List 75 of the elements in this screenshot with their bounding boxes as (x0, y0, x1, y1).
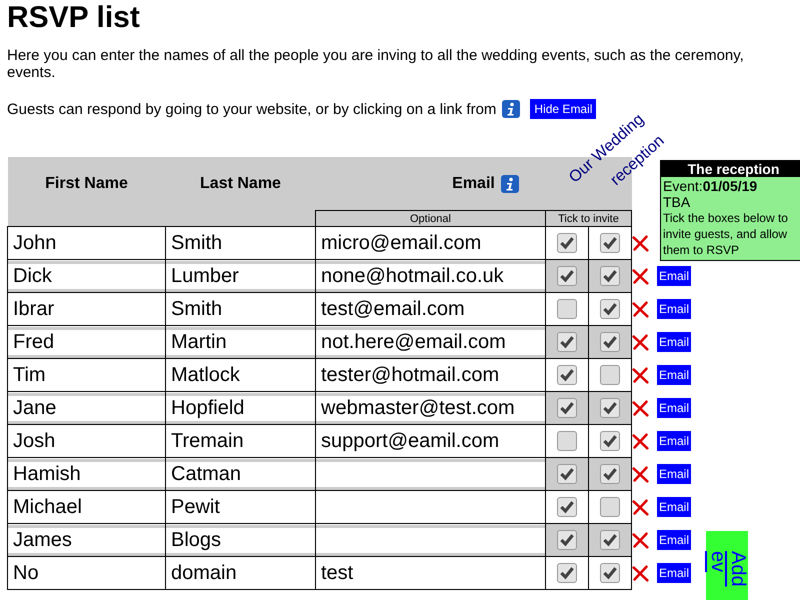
email-field[interactable]: webmaster@test.com (316, 392, 545, 424)
delete-icon[interactable] (632, 432, 649, 450)
last-name-field[interactable]: Catman (166, 458, 315, 490)
column-header: Email (452, 174, 495, 192)
event-title: The reception (661, 161, 800, 177)
invite-checkbox[interactable] (600, 497, 620, 517)
info-icon[interactable] (500, 174, 519, 192)
hide-email-button[interactable]: Hide Email (530, 99, 596, 119)
email-button[interactable]: Email (657, 332, 692, 352)
email-button[interactable]: Email (657, 365, 692, 385)
column-header: First Name (45, 174, 128, 192)
delete-icon[interactable] (632, 466, 649, 482)
first-name-field[interactable]: Dick (8, 260, 165, 292)
email-field[interactable]: none@hotmail.co.uk (316, 260, 545, 292)
first-name-field[interactable]: Jane (8, 392, 165, 424)
email-button[interactable]: Email (657, 398, 692, 418)
email-button[interactable]: Email (657, 497, 692, 517)
last-name-field[interactable]: Hopfield (166, 392, 315, 424)
email-button[interactable]: Email (657, 266, 692, 286)
tick-hint: Tick to invite (546, 210, 632, 226)
invite-checkbox[interactable] (557, 530, 577, 550)
delete-icon[interactable] (632, 366, 649, 384)
delete-icon[interactable] (632, 532, 649, 548)
email-button[interactable]: Email (657, 299, 692, 319)
invite-checkbox[interactable] (600, 563, 620, 583)
invite-checkbox[interactable] (557, 332, 577, 352)
delete-icon[interactable] (632, 498, 649, 516)
invite-checkbox[interactable] (600, 299, 620, 319)
invite-checkbox[interactable] (557, 299, 577, 319)
email-field[interactable] (316, 524, 545, 556)
delete-icon[interactable] (632, 300, 649, 318)
last-name-field[interactable]: Blogs (166, 524, 315, 556)
event-venue: TBA (663, 194, 692, 210)
invite-checkbox[interactable] (557, 497, 577, 517)
intro-text: events. (7, 64, 56, 81)
guests-note: Guests can respond by going to your website, or by clicking on a link from (7, 100, 496, 118)
invite-checkbox[interactable] (557, 233, 577, 253)
invite-checkbox[interactable] (600, 332, 620, 352)
event-help: Tick the boxes below to invite guests, and allow them to RSVP (663, 210, 789, 258)
info-icon[interactable] (502, 100, 520, 118)
email-button[interactable]: Email (657, 431, 692, 451)
delete-icon[interactable] (632, 334, 649, 350)
last-name-field[interactable]: Martin (166, 326, 315, 358)
event-date: Event:01/05/19 (663, 178, 758, 194)
first-name-field[interactable]: James (8, 524, 165, 556)
delete-icon[interactable] (632, 400, 649, 416)
invite-checkbox[interactable] (600, 530, 620, 550)
email-field[interactable] (316, 458, 545, 490)
invite-checkbox[interactable] (557, 431, 577, 451)
invite-checkbox[interactable] (557, 464, 577, 484)
email-hint: Optional (316, 210, 546, 226)
first-name-field[interactable]: Hamish (8, 458, 165, 490)
column-header: Last Name (200, 174, 281, 192)
invite-checkbox[interactable] (600, 398, 620, 418)
page-title: RSVP list (7, 0, 141, 36)
add-event-link[interactable]: Add ev (706, 531, 748, 600)
delete-icon[interactable] (632, 564, 649, 582)
invite-checkbox[interactable] (557, 563, 577, 583)
invite-checkbox[interactable] (600, 365, 620, 385)
intro-text: Here you can enter the names of all the people you are inving to all the wedding events, such as the ceremony, (7, 47, 745, 64)
invite-checkbox[interactable] (600, 233, 620, 253)
email-button[interactable]: Email (657, 563, 692, 583)
delete-icon[interactable] (632, 234, 649, 252)
email-button[interactable]: Email (657, 530, 692, 550)
invite-checkbox[interactable] (600, 431, 620, 451)
delete-icon[interactable] (632, 268, 649, 284)
invite-checkbox[interactable] (600, 464, 620, 484)
email-field[interactable]: not.here@email.com (316, 326, 545, 358)
email-button[interactable]: Email (657, 464, 692, 484)
first-name-field[interactable]: Fred (8, 326, 165, 358)
invite-checkbox[interactable] (557, 398, 577, 418)
invite-checkbox[interactable] (557, 365, 577, 385)
last-name-field[interactable]: Lumber (166, 260, 315, 292)
invite-checkbox[interactable] (600, 266, 620, 286)
invite-checkbox[interactable] (557, 266, 577, 286)
